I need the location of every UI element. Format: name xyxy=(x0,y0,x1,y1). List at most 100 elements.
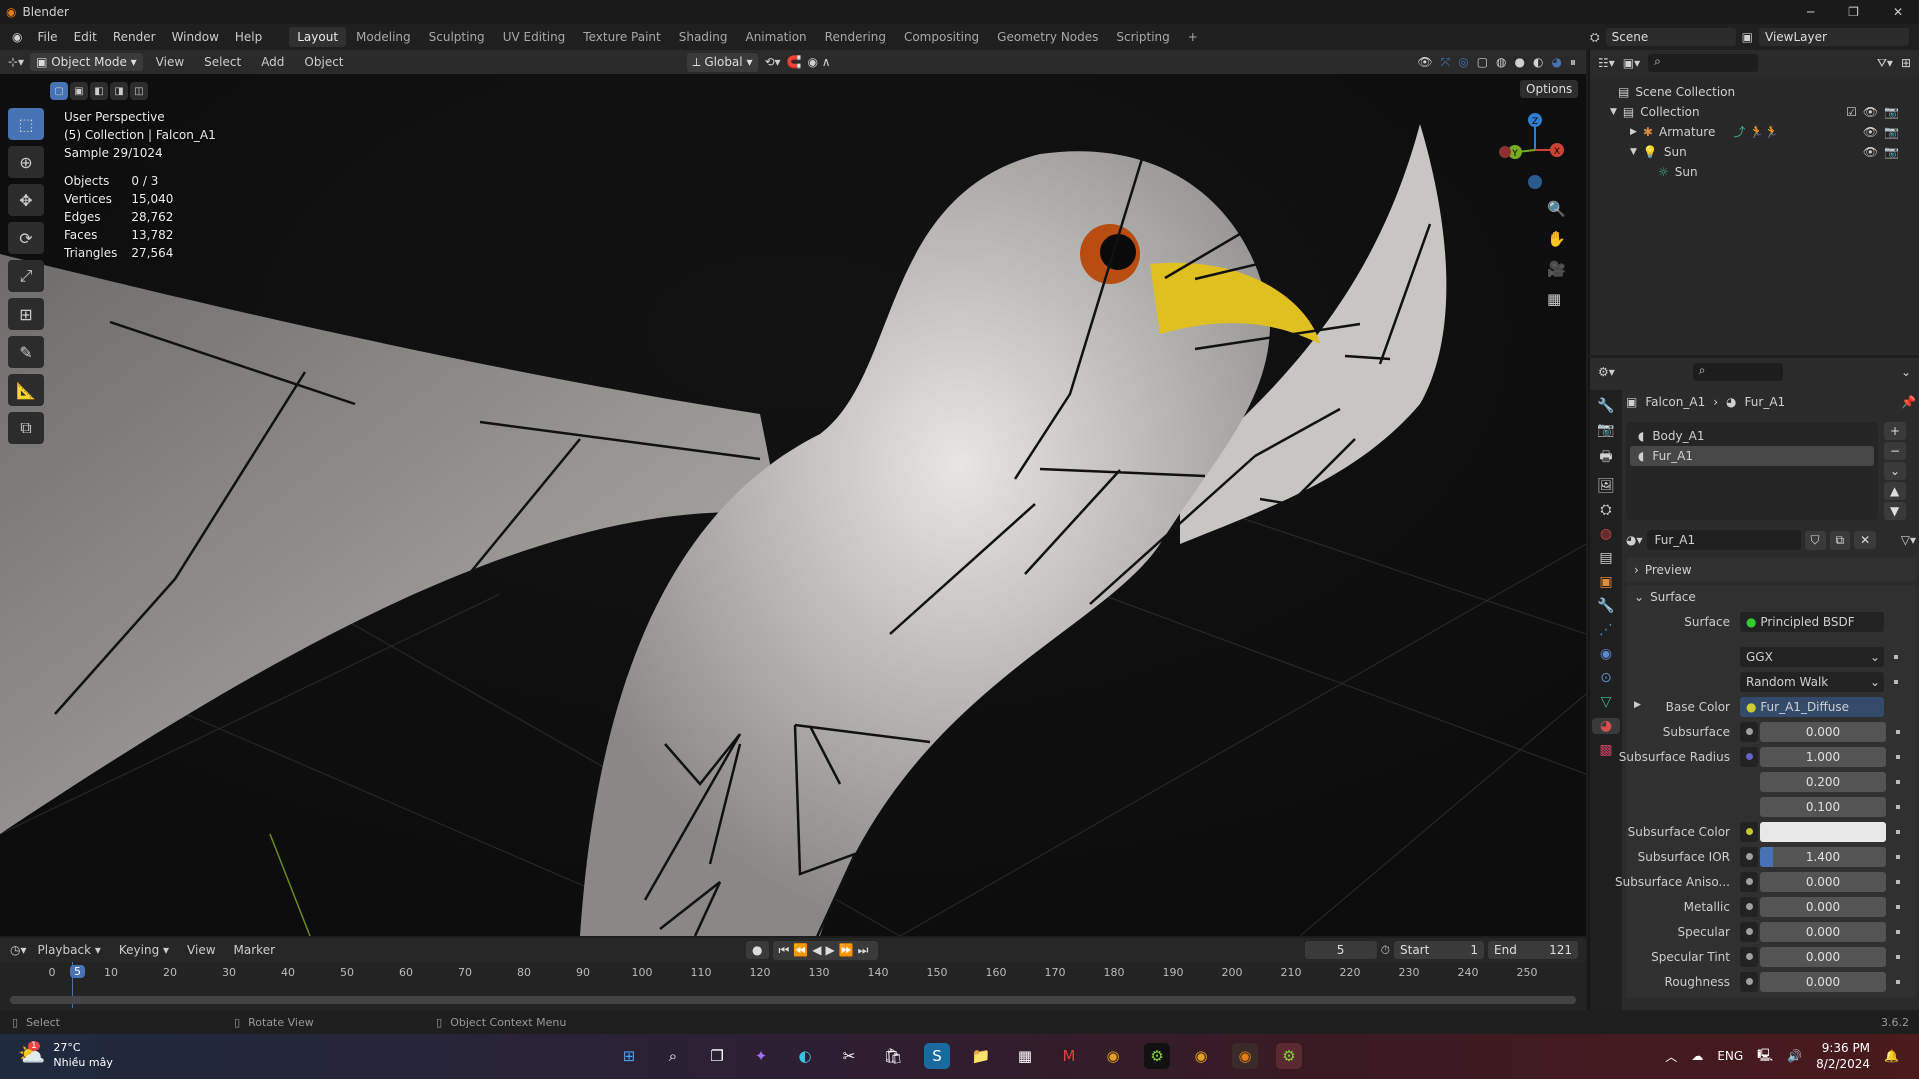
menu-playback[interactable]: Playback ▾ xyxy=(31,940,108,960)
input-socket-icon[interactable] xyxy=(1740,821,1758,842)
tool-tab-icon[interactable]: 🔧 xyxy=(1597,398,1614,414)
select-invert-icon[interactable]: ◨ xyxy=(110,82,128,100)
input-socket-icon[interactable] xyxy=(1740,746,1758,767)
world-tab-icon[interactable]: ◍ xyxy=(1600,526,1612,542)
scale-tool-icon[interactable]: ⤢ xyxy=(8,260,44,292)
keyframe-dot[interactable] xyxy=(1896,804,1900,809)
value-slider[interactable]: 1.400 xyxy=(1760,846,1886,867)
tab-layout[interactable]: Layout xyxy=(289,27,347,47)
axis-gizmo[interactable]: Z X Y xyxy=(1495,110,1575,200)
current-frame-field[interactable]: 5 xyxy=(1304,941,1377,959)
store-icon[interactable]: 🛍 xyxy=(880,1043,906,1069)
end-frame-field[interactable]: End 121 xyxy=(1488,941,1578,959)
edge-icon[interactable]: ◐ xyxy=(792,1043,818,1069)
subsurface-method-dropdown[interactable]: Random Walk ⌄ xyxy=(1740,671,1884,692)
duplicate-material-button[interactable]: ⧉ xyxy=(1829,530,1851,550)
keyframe-dot[interactable] xyxy=(1896,754,1900,759)
render-tab-icon[interactable]: 📷 xyxy=(1597,422,1614,438)
xray-icon[interactable]: ▢ xyxy=(1477,55,1488,69)
network-icon[interactable]: 🖳 xyxy=(1757,1046,1773,1067)
editor-type-icon[interactable]: ⚙▾ xyxy=(1598,365,1615,379)
visibility-icon[interactable]: 👁 xyxy=(1417,55,1432,69)
filter-view-layer-icon[interactable]: ▣▾ xyxy=(1623,56,1640,70)
editor-type-icon[interactable]: ◷▾ xyxy=(10,943,27,957)
menu-edit[interactable]: Edit xyxy=(67,27,104,47)
mode-selector[interactable]: ▣ Object Mode ▾ xyxy=(30,53,143,71)
playhead-frame[interactable]: 5 xyxy=(70,965,85,978)
select-subtract-icon[interactable]: ◧ xyxy=(90,82,108,100)
keyframe-dot[interactable] xyxy=(1896,854,1900,859)
measure-tool-icon[interactable]: 📐 xyxy=(8,374,44,406)
surface-shader-selector[interactable]: ● Principled BSDF xyxy=(1740,611,1884,632)
transform-orientation[interactable]: ⟂ Global ▾ xyxy=(686,52,759,72)
select-box-tool-icon[interactable]: ⬚ xyxy=(8,108,44,140)
value-slider[interactable]: 0.000 xyxy=(1760,896,1886,917)
m-app-icon[interactable]: M xyxy=(1056,1043,1082,1069)
unlink-material-button[interactable]: ✕ xyxy=(1854,531,1877,549)
tray-overflow-icon[interactable]: ︿ xyxy=(1665,1048,1677,1065)
minimize-button[interactable]: ─ xyxy=(1807,5,1814,19)
keyframe-dot[interactable] xyxy=(1896,979,1900,984)
proportional-edit-icon[interactable]: ◉ ∧ xyxy=(808,55,831,69)
distribution-dropdown[interactable]: GGX ⌄ xyxy=(1740,646,1884,667)
weather-widget[interactable]: ⛅ 1 27°C Nhiều mây xyxy=(18,1040,113,1070)
zoom-icon[interactable]: 🔍 xyxy=(1547,200,1566,218)
keyframe-dot[interactable] xyxy=(1896,729,1900,734)
camera-view-icon[interactable]: 🎥 xyxy=(1547,260,1566,278)
auto-keying-button[interactable]: ● xyxy=(746,941,769,959)
start-frame-field[interactable]: Start 1 xyxy=(1394,941,1484,959)
new-collection-icon[interactable]: ⊞ xyxy=(1901,56,1911,70)
3d-viewport[interactable]: ▢ ▣ ◧ ◨ ◫ Options xyxy=(0,74,1586,936)
expand-icon[interactable]: ▼ xyxy=(1610,102,1617,122)
properties-search-input[interactable]: ⌕ xyxy=(1692,363,1783,381)
menu-help[interactable]: Help xyxy=(228,27,269,47)
snipping-tool-icon[interactable]: ✂ xyxy=(836,1043,862,1069)
tab-uv-editing[interactable]: UV Editing xyxy=(495,27,574,47)
object-tab-icon[interactable]: ▣ xyxy=(1599,574,1612,590)
keyframe-dot[interactable] xyxy=(1896,929,1900,934)
tab-shading[interactable]: Shading xyxy=(671,27,736,47)
surface-panel-header[interactable]: ⌄ Surface xyxy=(1626,585,1916,609)
cursor-tool-icon[interactable]: ⊕ xyxy=(8,146,44,178)
input-socket-icon[interactable] xyxy=(1740,871,1758,892)
expand-icon[interactable]: ▶ xyxy=(1630,122,1637,142)
value-slider[interactable]: 0.000 xyxy=(1760,721,1886,742)
tab-geometry-nodes[interactable]: Geometry Nodes xyxy=(989,27,1106,47)
scene-selector[interactable]: Scene xyxy=(1605,28,1736,46)
gizmo-toggle-icon[interactable]: ⤧ xyxy=(1441,55,1451,70)
menu-object[interactable]: Object xyxy=(297,52,350,72)
start-icon[interactable]: ⊞ xyxy=(616,1043,642,1069)
options-button[interactable]: Options xyxy=(1520,80,1579,98)
blender-menu-icon[interactable]: ◉ xyxy=(12,30,22,44)
maximize-button[interactable]: ❐ xyxy=(1848,5,1859,19)
search-icon[interactable]: ⌕ xyxy=(660,1043,686,1069)
chrome-icon[interactable]: ◉ xyxy=(1100,1043,1126,1069)
overlay-toggle-icon[interactable]: ◎ xyxy=(1458,55,1468,69)
menu-marker[interactable]: Marker xyxy=(227,940,282,960)
value-slider[interactable]: 0.000 xyxy=(1760,971,1886,992)
chrome-profile-icon[interactable]: ◉ xyxy=(1188,1043,1214,1069)
add-cube-tool-icon[interactable]: ⧉ xyxy=(8,412,44,444)
tab-scripting[interactable]: Scripting xyxy=(1108,27,1177,47)
input-socket-icon[interactable] xyxy=(1740,921,1758,942)
fake-user-button[interactable]: ⛉ xyxy=(1804,530,1826,550)
active-app-icon[interactable]: ⚙ xyxy=(1276,1043,1302,1069)
outliner-item-collection[interactable]: ▼ ▤ Collection ☑👁📷 xyxy=(1610,102,1919,122)
timeline-scrollbar[interactable] xyxy=(10,996,1576,1004)
visibility-toggles[interactable]: ☑👁📷 xyxy=(1846,102,1905,122)
display-mode-icon[interactable]: ☷▾ xyxy=(1598,56,1615,70)
menu-add[interactable]: Add xyxy=(254,52,291,72)
input-socket-icon[interactable] xyxy=(1740,721,1758,742)
navigation-gizmo[interactable]: Z X Y 🔍 ✋ 🎥 ▦ xyxy=(1495,110,1575,310)
outliner-item-sun-data[interactable]: ☼ Sun xyxy=(1658,162,1919,182)
menu-keying[interactable]: Keying ▾ xyxy=(112,940,176,960)
outliner-search-input[interactable]: ⌕ xyxy=(1648,54,1759,72)
rendered-shading-icon[interactable]: ◕ xyxy=(1552,55,1562,69)
link-type-icon[interactable]: ▽▾ xyxy=(1901,533,1916,547)
app-icon[interactable]: ▦ xyxy=(1012,1043,1038,1069)
keyframe-dot[interactable] xyxy=(1896,879,1900,884)
keyframe-dot[interactable] xyxy=(1896,779,1900,784)
view-layer-tab-icon[interactable]: 🖼 xyxy=(1597,478,1615,494)
outliner-item-armature[interactable]: ▶ ✱ Armature ⤴ 🏃🏃 👁📷 xyxy=(1630,122,1919,142)
move-down-button[interactable]: ▼ xyxy=(1884,502,1907,520)
